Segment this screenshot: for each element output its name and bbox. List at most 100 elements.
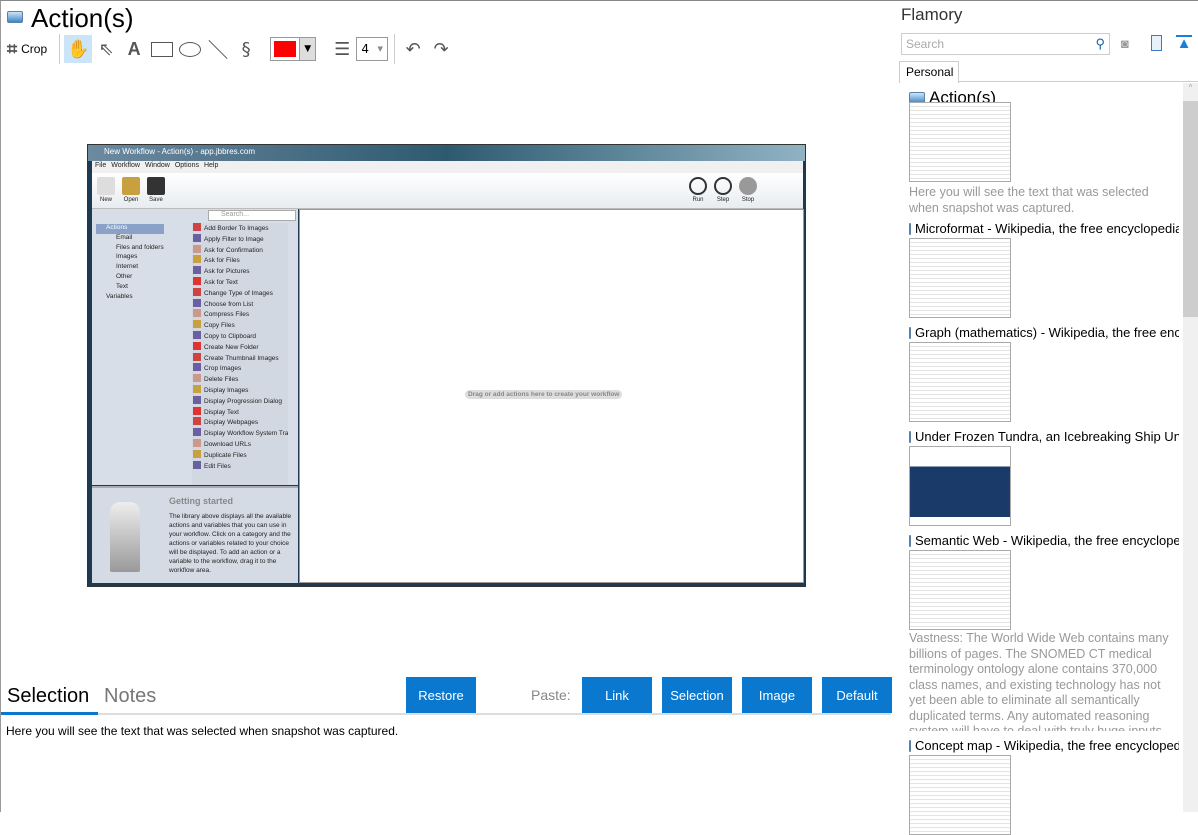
action-item: Display Webpages <box>192 417 288 428</box>
category-item: Text <box>116 282 128 290</box>
tab-notes[interactable]: Notes <box>104 685 156 708</box>
snapshot-thumbnail[interactable] <box>909 102 1011 182</box>
category-tree: Actions Email Files and folders Images I… <box>96 224 164 302</box>
open-button: Open <box>119 177 143 203</box>
active-tab-indicator <box>1 712 98 715</box>
snapshot-toolbar: New Open Save Run Step Stop <box>92 173 803 209</box>
action-item: Copy Files <box>192 320 288 331</box>
tab-selection[interactable]: Selection <box>7 685 89 708</box>
action-item: Display Progression Dialog <box>192 395 288 407</box>
snapshot-title[interactable]: Under Frozen Tundra, an Icebreaking Ship… <box>909 429 1179 444</box>
action-item: Delete Files <box>192 374 288 385</box>
flamory-sidebar: Flamory Search ⚲ ◙ ▲ Personal ^ Action(s)… <box>895 1 1198 835</box>
action-item: Download URLs <box>192 438 288 450</box>
paste-image-button[interactable]: Image <box>742 677 812 713</box>
app-icon <box>909 326 911 339</box>
paste-link-button[interactable]: Link <box>582 677 652 713</box>
action-item: Display Workflow System Tra <box>192 428 288 439</box>
menu-item: Workflow <box>111 162 140 169</box>
freehand-tool-icon[interactable]: § <box>232 35 260 63</box>
rectangle-tool-icon[interactable] <box>148 35 176 63</box>
category-item: Email <box>116 233 133 241</box>
camera-icon[interactable]: ◙ <box>1121 36 1129 51</box>
scrollbar-thumb[interactable] <box>1183 101 1198 317</box>
app-icon <box>7 11 23 23</box>
action-item: Create New Folder <box>192 341 288 353</box>
window-title: New Workflow - Action(s) - app.jbbres.co… <box>88 145 805 161</box>
step-button: Step <box>711 177 735 203</box>
category-item: Internet <box>116 263 139 271</box>
undo-icon[interactable]: ↶ <box>399 35 427 63</box>
menu-item: Help <box>203 162 219 169</box>
action-item: Compress Files <box>192 309 288 320</box>
page-title: Action(s) <box>31 3 134 33</box>
snapshot-thumbnail[interactable] <box>909 446 1011 526</box>
action-item: Add Border To Images <box>192 223 288 234</box>
selection-text[interactable]: Here you will see the text that was sele… <box>6 724 398 738</box>
text-tool-icon[interactable]: A <box>120 35 148 63</box>
action-item: Choose from List <box>192 298 288 310</box>
action-item: Apply Filter to Image <box>192 233 288 245</box>
save-button: Save <box>144 177 168 203</box>
category-item: Files and folders <box>116 243 164 251</box>
snapshot-title[interactable]: Graph (mathematics) - Wikipedia, the fre… <box>909 325 1179 340</box>
stop-button: Stop <box>736 177 760 203</box>
tab-personal[interactable]: Personal <box>899 61 959 83</box>
category-item: Other <box>116 272 133 280</box>
snapshot-title[interactable]: Concept map - Wikipedia, the free encycl… <box>909 738 1179 753</box>
restore-button[interactable]: Restore <box>406 677 476 713</box>
action-item: Ask for Files <box>192 255 288 266</box>
sidebar-search-input[interactable]: Search ⚲ <box>901 33 1110 55</box>
paste-label: Paste: <box>531 687 571 703</box>
snapshot-thumbnail[interactable] <box>909 342 1011 422</box>
sidebar-title: Flamory <box>901 5 963 24</box>
snapshot-description: Here you will see the text that was sele… <box>909 185 1149 215</box>
menu-item: Window <box>144 162 170 169</box>
paste-default-button[interactable]: Default <box>822 677 892 713</box>
scrollbar[interactable]: ^ <box>1183 83 1198 812</box>
app-icon <box>909 222 911 235</box>
action-item: Duplicate Files <box>192 449 288 461</box>
action-item: Ask for Confirmation <box>192 244 288 256</box>
pointer-tool-icon[interactable]: ⇖ <box>92 35 120 63</box>
crop-icon: ⌗ <box>7 38 18 59</box>
action-item: Display Images <box>192 384 288 396</box>
document-icon[interactable] <box>1151 35 1162 51</box>
action-item: Create Thumbnail Images <box>192 352 288 364</box>
menu-bar: File Workflow Window Options Help <box>92 161 803 173</box>
category-item: Images <box>116 253 138 261</box>
snapshot-description: Vastness: The World Wide Web contains ma… <box>909 631 1169 731</box>
run-button: Run <box>686 177 710 203</box>
line-width-select[interactable]: 4 ▼ <box>356 37 389 61</box>
action-item: Change Type of Images <box>192 287 288 299</box>
ellipse-tool-icon[interactable] <box>176 35 204 63</box>
snapshot-thumbnail[interactable] <box>909 550 1011 630</box>
collapse-top-icon[interactable]: ▲ <box>1176 35 1192 51</box>
redo-icon[interactable]: ↷ <box>427 35 455 63</box>
action-item: Copy to Clipboard <box>192 330 288 342</box>
app-icon <box>909 430 911 443</box>
crop-button[interactable]: ⌗ Crop <box>7 39 47 60</box>
workflow-area: Drag or add actions here to create your … <box>299 209 804 583</box>
action-item: Display Text <box>192 406 288 418</box>
color-swatch <box>274 41 297 57</box>
snapshot-thumbnail[interactable] <box>909 755 1011 835</box>
action-item: Ask for Text <box>192 276 288 288</box>
action-item: Crop Images <box>192 363 288 374</box>
color-picker[interactable]: ▼ <box>270 37 317 61</box>
line-width-icon: ☰ <box>334 38 351 60</box>
snapshot-title[interactable]: Microformat - Wikipedia, the free encycl… <box>909 221 1179 236</box>
menu-item: Options <box>174 162 199 169</box>
library-search: Search... <box>208 210 296 221</box>
menu-item: File <box>95 162 107 169</box>
hand-tool-icon[interactable]: ✋ <box>64 35 93 63</box>
app-icon <box>909 739 911 752</box>
paste-selection-button[interactable]: Selection <box>662 677 732 713</box>
main-panel: Action(s) ⌗ Crop ✋ ⇖ A § ▼ ☰ 4 ▼ ↶ ↷ New W… <box>0 1 894 812</box>
category-item: Variables <box>106 292 133 300</box>
snapshot-thumbnail[interactable] <box>909 238 1011 318</box>
action-list: Add Border To Images Apply Filter to Imag… <box>192 223 288 485</box>
line-tool-icon[interactable] <box>204 35 232 63</box>
app-icon <box>909 534 911 547</box>
snapshot-title[interactable]: Semantic Web - Wikipedia, the free encyc… <box>909 533 1179 548</box>
